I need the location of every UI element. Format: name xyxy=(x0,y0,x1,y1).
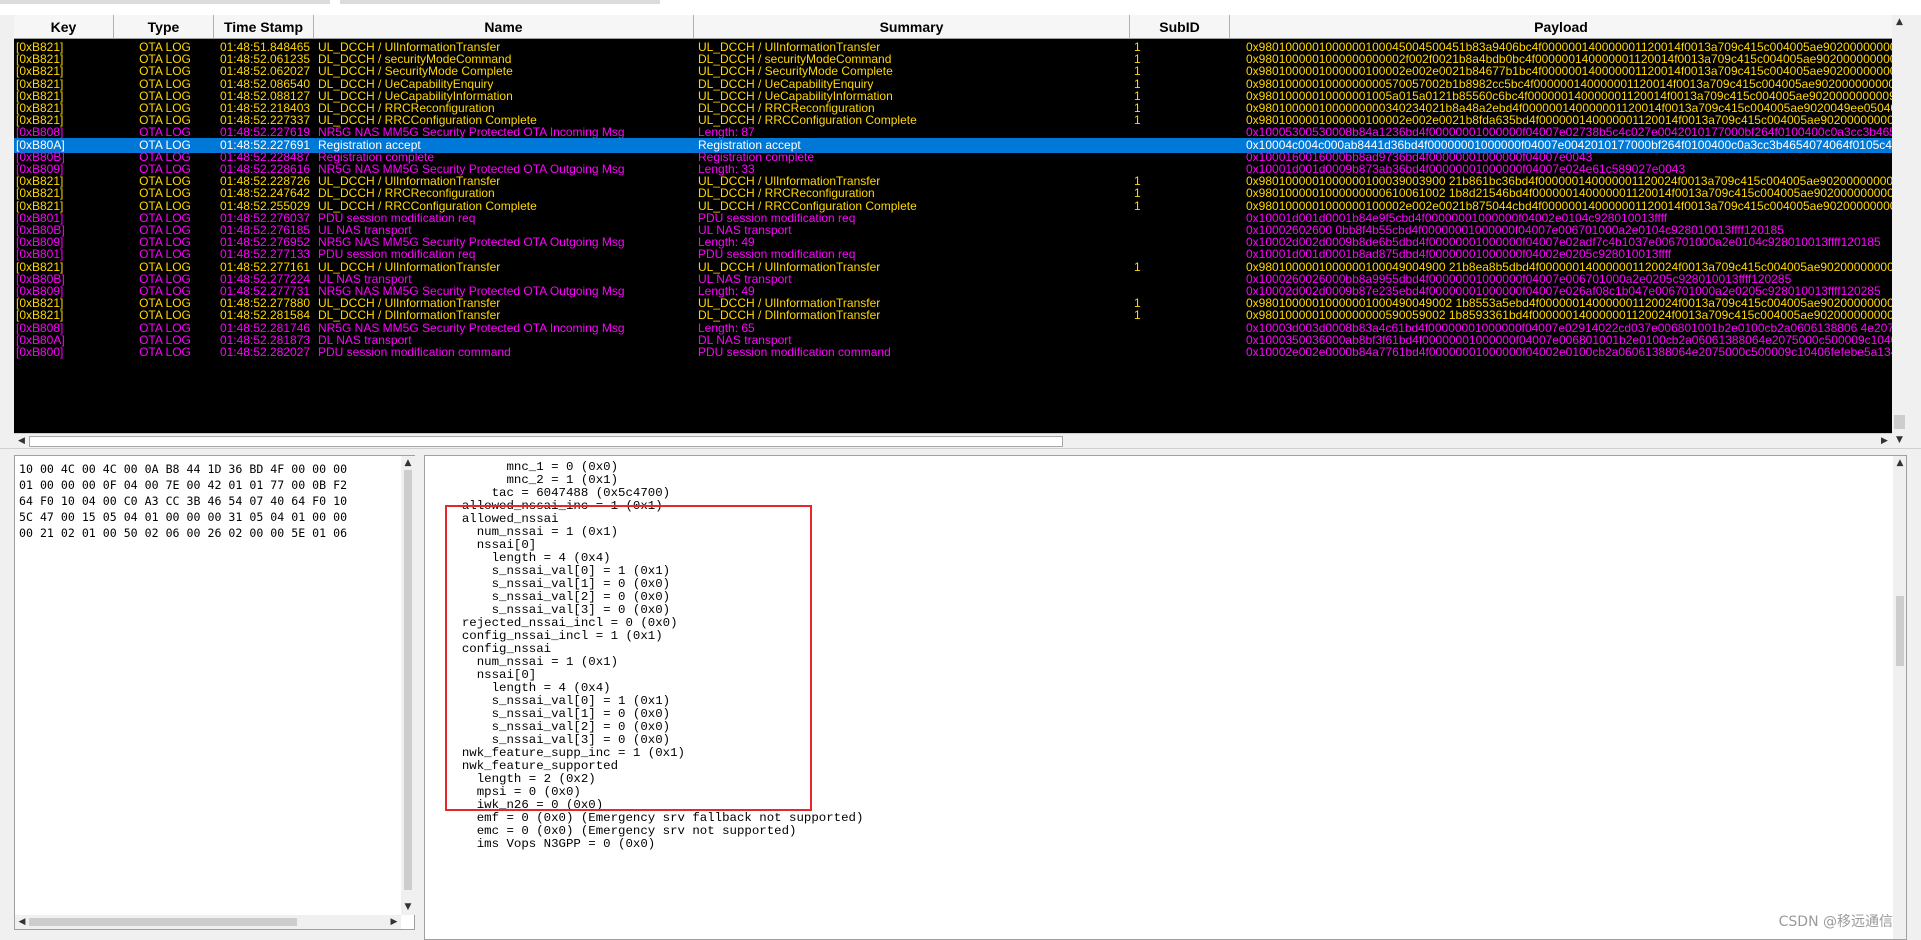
decode-vscrollbar[interactable]: ▲ xyxy=(1893,456,1906,939)
scroll-right-icon[interactable]: ▶ xyxy=(387,915,401,930)
scroll-left-icon[interactable]: ◀ xyxy=(15,915,29,930)
col-key[interactable]: Key xyxy=(14,15,114,39)
hex-vscroll-thumb[interactable] xyxy=(404,470,412,890)
col-payload[interactable]: Payload xyxy=(1230,15,1892,39)
hex-line: 10 00 4C 00 4C 00 0A B8 44 1D 36 BD 4F 0… xyxy=(19,462,348,476)
hex-hscroll-thumb[interactable] xyxy=(29,918,297,926)
col-type[interactable]: Type xyxy=(114,15,214,39)
scroll-up-icon[interactable]: ▲ xyxy=(1892,15,1907,30)
log-name: PDU session modification command xyxy=(318,345,511,359)
col-summary[interactable]: Summary xyxy=(694,15,1130,39)
log-summary: PDU session modification command xyxy=(698,345,891,359)
scroll-up-icon[interactable]: ▲ xyxy=(1893,456,1906,471)
decode-vscroll-thumb[interactable] xyxy=(1896,596,1904,666)
scroll-down-icon[interactable]: ▼ xyxy=(401,900,415,915)
scroll-down-icon[interactable]: ▼ xyxy=(1892,433,1907,448)
log-key: [0xB800] xyxy=(16,345,64,359)
scroll-left-icon[interactable]: ◀ xyxy=(14,434,29,449)
log-payload: 0x10002e002e0000b84a7761bd4f000000010000… xyxy=(1246,345,1892,359)
hex-dump-text: 10 00 4C 00 4C 00 0A B8 44 1D 36 BD 4F 0… xyxy=(19,461,347,541)
pane-splitter[interactable] xyxy=(0,448,1921,454)
table-row[interactable]: [0xB800] OTA LOG 01:48:52.282027 PDU sessio… xyxy=(14,345,1892,360)
scroll-right-icon[interactable]: ▶ xyxy=(1877,434,1892,449)
col-timestamp[interactable]: Time Stamp xyxy=(214,15,314,39)
log-timestamp: 01:48:52.282027 xyxy=(219,345,311,359)
hex-vscrollbar[interactable]: ▲ ▼ xyxy=(401,456,415,915)
highlight-box xyxy=(445,505,812,811)
decode-pane[interactable]: mnc_1 = 0 (0x0) mnc_2 = 1 (0x1) tac = 60… xyxy=(424,455,1907,940)
tab-strip-left xyxy=(0,0,330,4)
hex-line: 5C 47 00 15 05 04 01 00 00 00 31 05 04 0… xyxy=(19,510,348,524)
hex-hscrollbar[interactable]: ◀ ▶ xyxy=(15,915,401,929)
watermark: CSDN @移远通信 xyxy=(1778,914,1893,930)
hex-line: 00 21 02 01 00 50 02 06 00 26 02 00 00 5… xyxy=(19,526,348,540)
top-strip xyxy=(0,0,1921,15)
col-name[interactable]: Name xyxy=(314,15,694,39)
log-table-header: Key Type Time Stamp Name Summary SubID P… xyxy=(14,15,1892,39)
hex-line: 64 F0 10 04 00 C0 A3 CC 3B 46 54 07 40 6… xyxy=(19,494,348,508)
tab-strip-right xyxy=(340,0,660,4)
log-table: Key Type Time Stamp Name Summary SubID P… xyxy=(14,15,1892,448)
hex-dump-pane[interactable]: 10 00 4C 00 4C 00 0A B8 44 1D 36 BD 4F 0… xyxy=(14,455,415,930)
log-vscrollbar[interactable]: ▲ ▼ xyxy=(1892,15,1907,448)
log-hscrollbar[interactable]: ◀ ▶ xyxy=(14,433,1892,448)
log-subid xyxy=(1134,345,1232,360)
log-vscroll-thumb[interactable] xyxy=(1894,415,1905,429)
log-type: OTA LOG xyxy=(139,345,191,359)
col-subid[interactable]: SubID xyxy=(1130,15,1230,39)
scroll-up-icon[interactable]: ▲ xyxy=(401,456,415,471)
log-hscroll-thumb[interactable] xyxy=(29,436,1063,447)
hex-line: 01 00 00 00 0F 04 00 7E 00 42 01 01 77 0… xyxy=(19,478,348,492)
decode-line: ims Vops N3GPP = 0 (0x0) xyxy=(447,837,656,851)
